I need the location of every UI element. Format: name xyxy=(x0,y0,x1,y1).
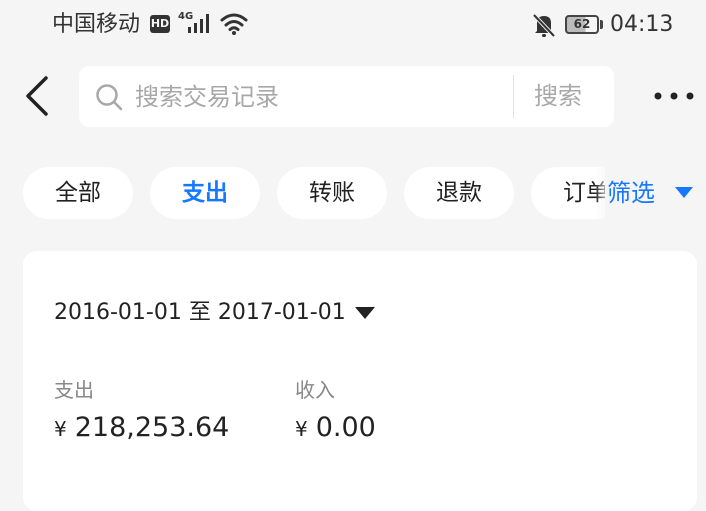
search-button[interactable]: 搜索 xyxy=(534,66,582,127)
more-options-button[interactable] xyxy=(650,86,698,106)
filter-chips: 全部 支出 转账 退款 订单 xyxy=(0,167,605,219)
expense-total: ¥218,253.64 xyxy=(54,411,229,446)
signal-icon xyxy=(188,14,209,33)
chip-all[interactable]: 全部 xyxy=(23,167,133,219)
expense-label: 支出 xyxy=(54,378,94,402)
caret-down-icon[interactable] xyxy=(355,307,375,320)
search-box[interactable]: 搜索 xyxy=(79,66,614,127)
chip-order[interactable]: 订单 xyxy=(531,167,605,219)
chevron-left-icon xyxy=(26,76,48,116)
date-range-selector[interactable]: 2016-01-01 至 2017-01-01 xyxy=(54,298,346,328)
caret-down-icon xyxy=(675,187,693,198)
income-amount: 0.00 xyxy=(315,412,376,443)
more-dots-icon xyxy=(654,92,694,100)
chip-refund[interactable]: 退款 xyxy=(404,167,514,219)
search-icon xyxy=(96,84,123,111)
battery-icon: 62 xyxy=(565,15,599,34)
search-divider xyxy=(513,75,514,118)
battery-tip xyxy=(600,20,603,29)
filter-label: 筛选 xyxy=(607,179,655,207)
back-button[interactable] xyxy=(18,74,58,118)
chip-transfer[interactable]: 转账 xyxy=(277,167,387,219)
filter-button[interactable]: 筛选 xyxy=(595,167,706,219)
chip-expense[interactable]: 支出 xyxy=(150,167,260,219)
search-input[interactable] xyxy=(135,78,505,116)
status-bar: 中国移动 HD 4G 62 04:13 xyxy=(0,0,706,50)
notification-muted-icon xyxy=(532,13,556,38)
income-total: ¥0.00 xyxy=(295,411,376,446)
expense-amount: 218,253.64 xyxy=(74,412,230,443)
wifi-icon xyxy=(220,13,248,35)
carrier-name: 中国移动 xyxy=(52,12,141,37)
hd-badge: HD xyxy=(150,15,170,33)
currency-symbol: ¥ xyxy=(295,417,308,441)
income-label: 收入 xyxy=(295,378,335,402)
summary-card: 2016-01-01 至 2017-01-01 支出 ¥218,253.64 收… xyxy=(23,251,697,511)
battery-level: 62 xyxy=(573,17,591,31)
clock: 04:13 xyxy=(610,12,674,37)
currency-symbol: ¥ xyxy=(54,417,67,441)
